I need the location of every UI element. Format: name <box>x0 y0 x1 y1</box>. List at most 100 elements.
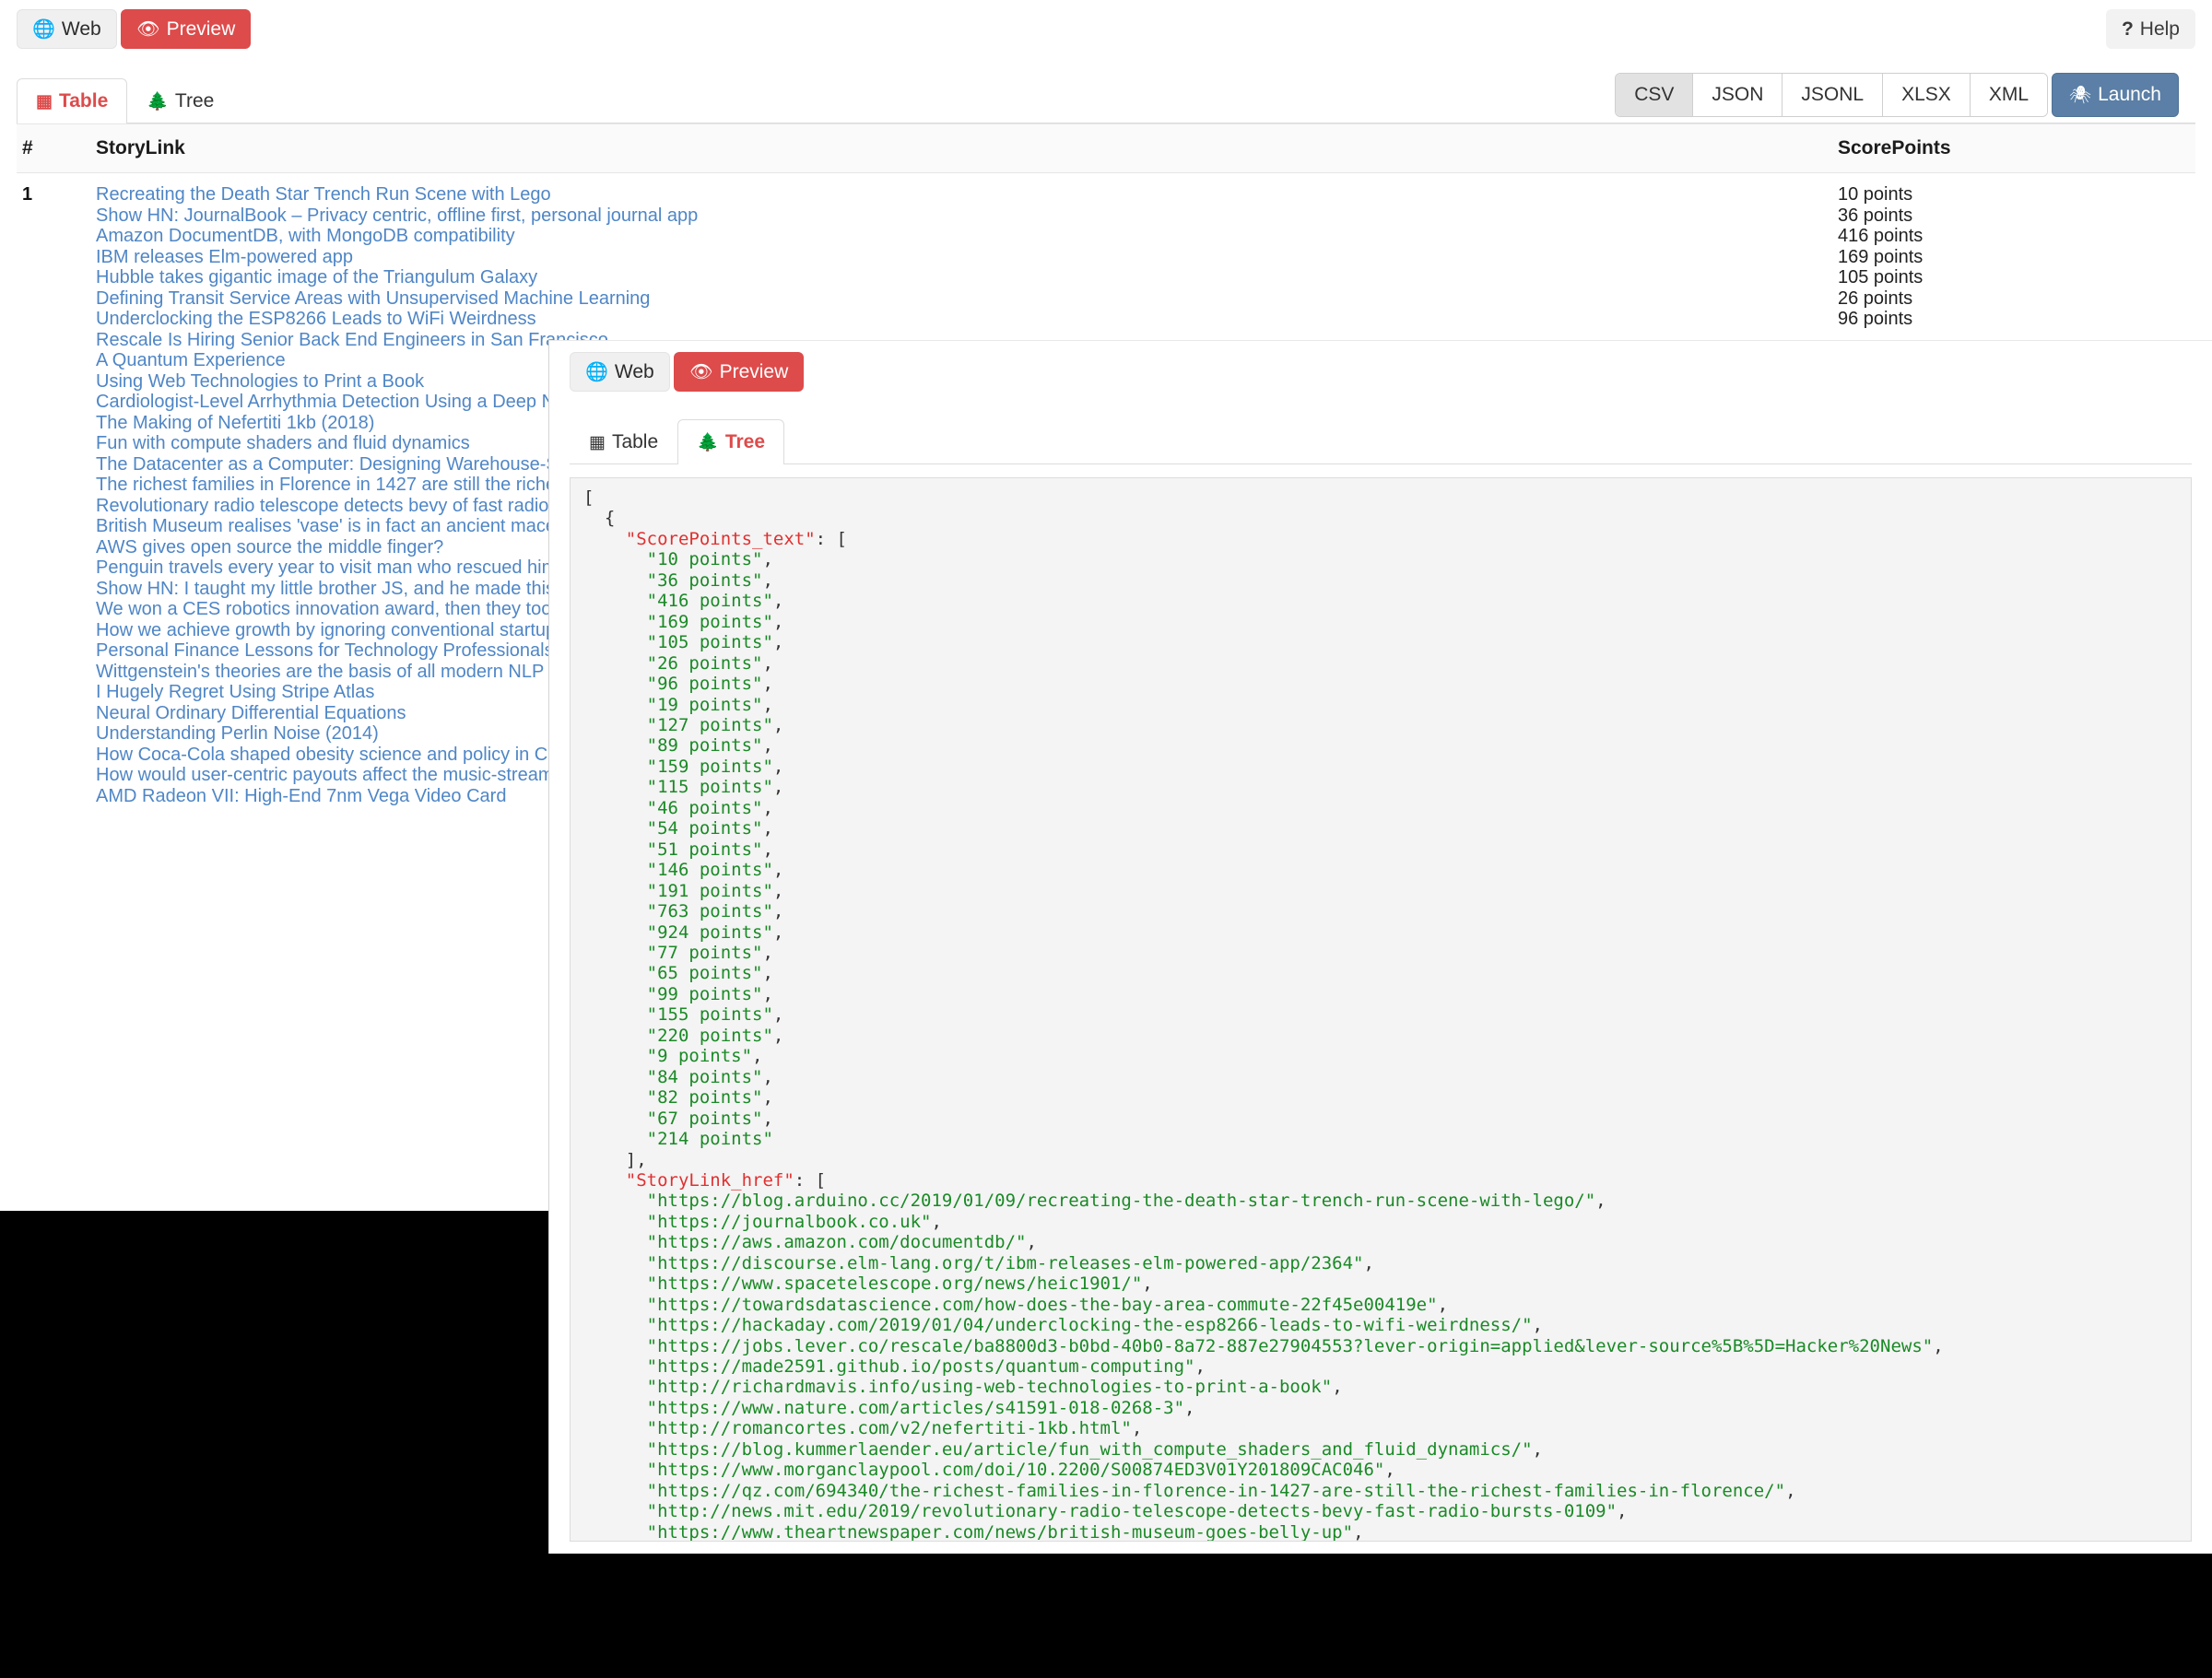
column-header-scorepoints[interactable]: ScorePoints <box>1832 124 2195 173</box>
score-points-item: 26 points <box>1838 288 2190 310</box>
globe-icon: 🌐 <box>32 20 55 39</box>
inner-tabs: ▦ Table 🌲 Tree <box>570 419 784 464</box>
tab-tree[interactable]: 🌲 Tree <box>127 78 233 123</box>
story-link-item[interactable]: Defining Transit Service Areas with Unsu… <box>96 288 1827 310</box>
question-mark-icon: ? <box>2122 19 2134 39</box>
json-line: "146 points", <box>583 860 2191 880</box>
json-line: "https://towardsdatascience.com/how-does… <box>583 1295 2191 1315</box>
json-line: "127 points", <box>583 715 2191 735</box>
score-points-item: 416 points <box>1838 226 2190 247</box>
inner-application-window: 🌐 Web 👁 Preview ▦ Table 🌲 Tree [ { "Scor… <box>548 340 2212 1554</box>
tab-table-label: Table <box>59 90 108 112</box>
json-line: "https://hackaday.com/2019/01/04/undercl… <box>583 1315 2191 1335</box>
json-line: "https://qz.com/694340/the-richest-famil… <box>583 1481 2191 1501</box>
json-line: { <box>583 508 2191 528</box>
outer-tab-row: ▦ Table 🌲 Tree CSV JSON JSONL XLSX XML 🕷… <box>17 70 2195 123</box>
story-link-item[interactable]: Amazon DocumentDB, with MongoDB compatib… <box>96 226 1827 247</box>
format-json[interactable]: JSON <box>1693 74 1783 116</box>
format-csv[interactable]: CSV <box>1616 74 1693 116</box>
eye-icon: 👁 <box>689 363 712 381</box>
json-line: "416 points", <box>583 591 2191 611</box>
column-header-storylink[interactable]: StoryLink <box>90 124 1832 173</box>
format-xlsx[interactable]: XLSX <box>1883 74 1971 116</box>
web-button-label: Web <box>62 19 101 39</box>
row-index-cell: 1 <box>17 173 90 807</box>
json-line: "StoryLink_href": [ <box>583 1170 2191 1191</box>
inner-tab-tree[interactable]: 🌲 Tree <box>677 419 784 464</box>
launch-button[interactable]: 🕷 Launch <box>2052 73 2179 117</box>
story-link-item[interactable]: Underclocking the ESP8266 Leads to WiFi … <box>96 309 1827 330</box>
json-line: "https://blog.arduino.cc/2019/01/09/recr… <box>583 1191 2191 1211</box>
format-xml[interactable]: XML <box>1971 74 2047 116</box>
json-line: "https://www.morganclaypool.com/doi/10.2… <box>583 1460 2191 1480</box>
json-line: "https://aws.amazon.com/documentdb/", <box>583 1232 2191 1252</box>
json-line: "https://www.theartnewspaper.com/news/br… <box>583 1522 2191 1542</box>
json-line: "159 points", <box>583 757 2191 777</box>
score-points-item: 169 points <box>1838 247 2190 268</box>
json-line: "54 points", <box>583 818 2191 839</box>
json-line: ], <box>583 1150 2191 1170</box>
table-header-row: # StoryLink ScorePoints <box>17 124 2195 173</box>
json-line: "https://www.nature.com/articles/s41591-… <box>583 1398 2191 1418</box>
table-grid-icon: ▦ <box>589 434 606 452</box>
format-jsonl[interactable]: JSONL <box>1783 74 1883 116</box>
json-line: "19 points", <box>583 695 2191 715</box>
inner-preview-button-label: Preview <box>720 362 789 381</box>
launch-button-label: Launch <box>2098 84 2161 106</box>
tab-tree-label: Tree <box>175 90 214 112</box>
eye-icon: 👁 <box>136 20 159 39</box>
preview-button[interactable]: 👁 Preview <box>121 9 251 49</box>
json-line: "46 points", <box>583 798 2191 818</box>
json-tree-viewer[interactable]: [ { "ScorePoints_text": [ "10 points", "… <box>570 477 2192 1542</box>
preview-button-label: Preview <box>167 19 236 39</box>
web-button[interactable]: 🌐 Web <box>17 9 117 49</box>
json-line: "924 points", <box>583 922 2191 943</box>
json-line: "https://www.spacetelescope.org/news/hei… <box>583 1273 2191 1294</box>
inner-web-button[interactable]: 🌐 Web <box>570 352 670 392</box>
json-line: "82 points", <box>583 1087 2191 1108</box>
story-link-item[interactable]: Recreating the Death Star Trench Run Sce… <box>96 184 1827 205</box>
json-line: "ScorePoints_text": [ <box>583 529 2191 549</box>
outer-tabs: ▦ Table 🌲 Tree <box>17 78 233 123</box>
json-line: "96 points", <box>583 674 2191 694</box>
json-line: "191 points", <box>583 881 2191 901</box>
json-line: "220 points", <box>583 1026 2191 1046</box>
json-line: "https://discourse.elm-lang.org/t/ibm-re… <box>583 1253 2191 1273</box>
tree-icon: 🌲 <box>697 434 719 452</box>
spider-icon: 🕷 <box>2069 87 2091 104</box>
tab-table[interactable]: ▦ Table <box>17 78 127 123</box>
json-line: [ <box>583 487 2191 508</box>
json-line: "https://jobs.lever.co/rescale/ba8800d3-… <box>583 1336 2191 1356</box>
inner-tab-table[interactable]: ▦ Table <box>570 419 677 464</box>
json-line: "10 points", <box>583 549 2191 569</box>
inner-tab-tree-label: Tree <box>725 431 765 453</box>
table-grid-icon: ▦ <box>36 93 53 111</box>
export-format-group: CSV JSON JSONL XLSX XML <box>1615 73 2048 117</box>
json-line: "https://made2591.github.io/posts/quantu… <box>583 1356 2191 1377</box>
inner-tab-table-label: Table <box>612 431 658 453</box>
inner-preview-button[interactable]: 👁 Preview <box>674 352 804 392</box>
score-points-item: 105 points <box>1838 267 2190 288</box>
json-line: "89 points", <box>583 735 2191 756</box>
json-line: "214 points" <box>583 1129 2191 1149</box>
json-line: "99 points", <box>583 984 2191 1004</box>
table-head: # StoryLink ScorePoints <box>17 124 2195 173</box>
globe-icon: 🌐 <box>585 363 608 381</box>
story-link-item[interactable]: Hubble takes gigantic image of the Trian… <box>96 267 1827 288</box>
json-line: "36 points", <box>583 570 2191 591</box>
inner-tab-row: ▦ Table 🌲 Tree <box>570 411 2192 464</box>
json-line: "84 points", <box>583 1067 2191 1087</box>
json-line: "115 points", <box>583 777 2191 797</box>
tree-icon: 🌲 <box>147 93 169 111</box>
column-header-index[interactable]: # <box>17 124 90 173</box>
story-link-item[interactable]: Show HN: JournalBook – Privacy centric, … <box>96 205 1827 227</box>
json-line: "http://romancortes.com/v2/nefertiti-1kb… <box>583 1418 2191 1438</box>
help-button[interactable]: ? Help <box>2106 9 2195 49</box>
json-line: "https://journalbook.co.uk", <box>583 1212 2191 1232</box>
inner-web-button-label: Web <box>615 362 654 381</box>
json-line: "51 points", <box>583 839 2191 860</box>
json-line: "9 points", <box>583 1046 2191 1066</box>
json-line: "26 points", <box>583 653 2191 674</box>
json-line: "65 points", <box>583 963 2191 983</box>
story-link-item[interactable]: IBM releases Elm-powered app <box>96 247 1827 268</box>
